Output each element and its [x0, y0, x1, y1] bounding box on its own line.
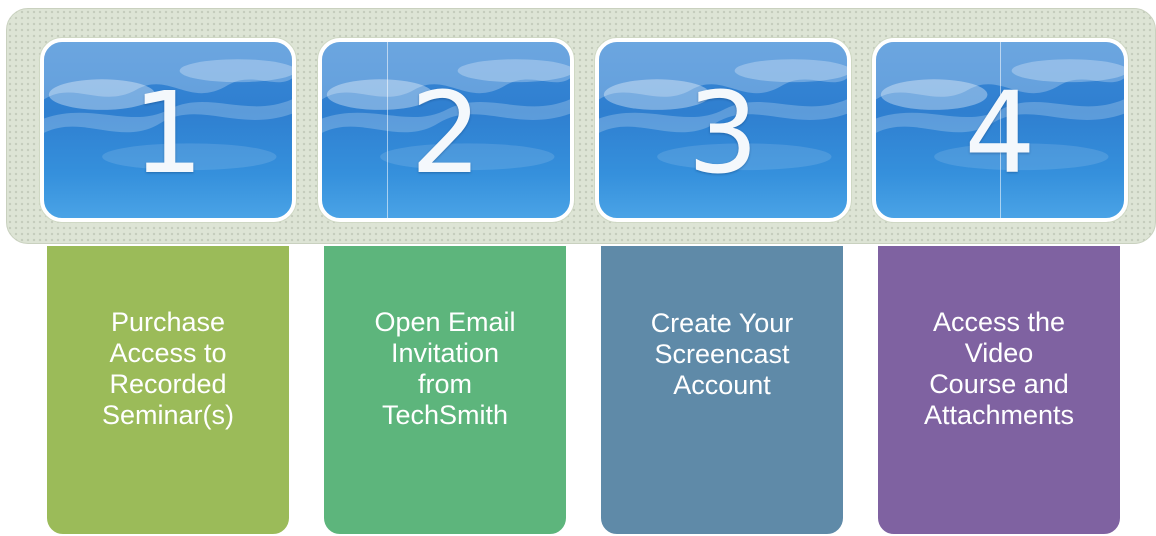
- step-label-line: TechSmith: [381, 400, 509, 430]
- step-number: 4: [964, 69, 1036, 199]
- step-3-number-tile: 3: [595, 38, 851, 222]
- step-number: 3: [687, 69, 759, 199]
- step-label: Create Your Screencast Account: [635, 308, 810, 401]
- step-label-line: Screencast: [654, 338, 790, 369]
- step-label-line: Account: [673, 369, 771, 400]
- step-label: Purchase Access to Recorded Seminar(s): [86, 307, 250, 431]
- step-label-line: Video: [964, 338, 1034, 368]
- step-label: Access the Video Course and Attachments: [908, 307, 1090, 431]
- step-label-line: Invitation: [390, 338, 500, 368]
- step-1-label-box: Purchase Access to Recorded Seminar(s): [45, 244, 291, 536]
- step-label-line: Create Your: [650, 307, 794, 338]
- step-4-label-box: Access the Video Course and Attachments: [876, 244, 1122, 536]
- step-3-label-box: Create Your Screencast Account: [599, 244, 845, 536]
- step-label-line: Purchase: [110, 307, 226, 337]
- step-label: Open Email Invitation from TechSmith: [358, 307, 531, 431]
- step-2-label-box: Open Email Invitation from TechSmith: [322, 244, 568, 536]
- step-number: 2: [410, 69, 482, 199]
- step-label-line: Access the: [932, 307, 1066, 337]
- step-label-line: from: [417, 369, 472, 399]
- step-label-line: Seminar(s): [101, 400, 235, 430]
- process-diagram: 1 2 3 4 Purchase Access to Recorded Semi…: [0, 0, 1156, 536]
- step-label-line: Attachments: [923, 400, 1075, 430]
- step-label-line: Open Email: [374, 307, 516, 337]
- step-2-number-tile: 2: [318, 38, 574, 222]
- step-label-line: Recorded: [109, 369, 227, 399]
- step-label-line: Course and: [929, 369, 1069, 399]
- step-1-number-tile: 1: [40, 38, 296, 222]
- step-number: 1: [132, 69, 204, 199]
- step-label-line: Access to: [109, 338, 227, 368]
- step-4-number-tile: 4: [872, 38, 1128, 222]
